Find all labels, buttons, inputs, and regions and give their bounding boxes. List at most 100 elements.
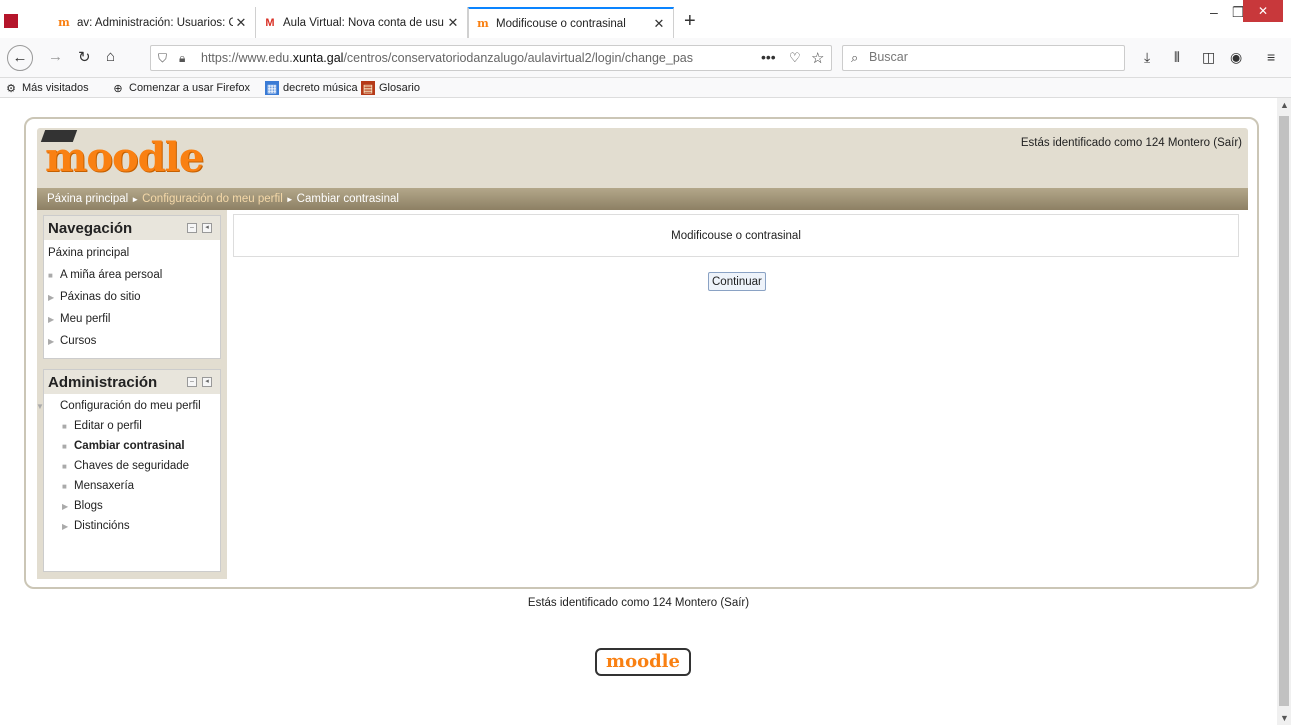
- breadcrumb-current: Cambiar contrasinal: [296, 193, 399, 205]
- url-bar[interactable]: ⛉ 🔒︎ https://www.edu.xunta.gal/centros/c…: [150, 45, 832, 71]
- collapse-arrow-icon: ▼: [36, 402, 44, 411]
- bookmark-label: Más visitados: [22, 82, 89, 94]
- window-close-icon[interactable]: ✕: [1243, 0, 1283, 22]
- bullet-icon: ■: [62, 462, 67, 471]
- bookmark-most-visited[interactable]: ⚙ Más visitados: [4, 81, 89, 95]
- bullet-icon: ■: [62, 482, 67, 491]
- expand-arrow-icon: ▶: [62, 502, 69, 511]
- sidebar-icon[interactable]: ◫: [1202, 49, 1215, 66]
- home-icon[interactable]: ⌂: [106, 48, 115, 65]
- bookmark-glosario[interactable]: ▤ Glosario: [361, 81, 420, 95]
- nav-label: Páxinas do sitio: [60, 291, 141, 303]
- window-menu-icon[interactable]: [4, 14, 18, 28]
- account-icon[interactable]: ◉: [1230, 49, 1242, 66]
- expand-arrow-icon: ▶: [48, 293, 55, 302]
- close-icon[interactable]: ✕: [233, 15, 249, 31]
- page-frame: moodle Estás identificado como 124 Monte…: [24, 117, 1259, 589]
- nav-item-my-area[interactable]: ■ A miña área persoal: [48, 264, 216, 286]
- new-tab-icon[interactable]: +: [684, 10, 696, 33]
- nav-item-site-pages[interactable]: ▶ Páxinas do sitio: [48, 286, 216, 308]
- admin-item-security-keys[interactable]: ■ Chaves de seguridade: [48, 456, 216, 476]
- breadcrumb-profile-settings[interactable]: Configuración do meu perfil: [142, 193, 283, 205]
- password-changed-notice: Modificouse o contrasinal: [233, 214, 1239, 257]
- tab-admin-users[interactable]: m av: Administración: Usuarios: C ✕: [50, 7, 256, 38]
- admin-item-change-password: ■ Cambiar contrasinal: [48, 436, 216, 456]
- page-actions-icon[interactable]: •••: [761, 49, 776, 65]
- close-icon[interactable]: ✕: [651, 16, 667, 32]
- bullet-icon: ■: [62, 422, 67, 431]
- admin-item-messaging[interactable]: ■ Mensaxería: [48, 476, 216, 496]
- left-column: Navegación – ◂ Páxina principal ■ A miña …: [36, 210, 227, 579]
- lock-icon[interactable]: 🔒︎: [179, 51, 185, 66]
- downloads-icon[interactable]: ⤓: [1144, 49, 1150, 66]
- admin-item-edit-profile[interactable]: ■ Editar o perfil: [48, 416, 216, 436]
- forward-icon[interactable]: →: [48, 48, 63, 65]
- block-body: Páxina principal ■ A miña área persoal ▶ P…: [44, 240, 220, 356]
- dock-icon[interactable]: ◂: [202, 377, 212, 387]
- navigation-block: Navegación – ◂ Páxina principal ■ A miña …: [43, 215, 221, 359]
- collapse-icon[interactable]: –: [187, 223, 197, 233]
- nav-label: Editar o perfil: [74, 420, 142, 432]
- breadcrumb-home[interactable]: Páxina principal: [47, 193, 128, 205]
- menu-icon[interactable]: ≡: [1267, 49, 1275, 65]
- expand-arrow-icon: ▶: [48, 315, 55, 324]
- search-bar[interactable]: ⌕: [842, 45, 1125, 71]
- vertical-scrollbar[interactable]: ▲ ▼: [1277, 98, 1291, 725]
- continue-button[interactable]: Continuar: [708, 272, 766, 291]
- block-title: Administración: [48, 374, 158, 391]
- nav-label: Blogs: [74, 500, 103, 512]
- nav-label: A miña área persoal: [60, 269, 163, 281]
- footer-moodle-logo[interactable]: moodle: [595, 648, 691, 676]
- bookmarks-toolbar: ⚙ Más visitados ⊕ Comenzar a usar Firefo…: [0, 78, 1291, 98]
- administration-block: Administración – ◂ ▼ Configuración do meu…: [36, 369, 221, 572]
- url-text[interactable]: https://www.edu.xunta.gal/centros/conser…: [201, 51, 761, 65]
- scroll-down-icon[interactable]: ▼: [1280, 713, 1289, 723]
- tab-title: Modificouse o contrasinal: [496, 17, 626, 30]
- globe-icon: ⊕: [113, 82, 123, 95]
- bookmark-label: Glosario: [379, 82, 420, 94]
- block-body: ▼ Configuración do meu perfil ■ Editar o p…: [36, 394, 220, 540]
- nav-item-courses[interactable]: ▶ Cursos: [48, 330, 216, 352]
- nav-label: Distincións: [74, 520, 130, 532]
- admin-item-badges[interactable]: ▶ Distincións: [48, 516, 216, 536]
- close-icon[interactable]: ✕: [445, 15, 461, 31]
- moodle-icon: m: [477, 17, 489, 30]
- moodle-logo[interactable]: moodle: [45, 134, 204, 181]
- bullet-icon: ■: [62, 442, 67, 451]
- scroll-up-icon[interactable]: ▲: [1280, 100, 1289, 110]
- nav-label: Configuración do meu perfil: [60, 400, 201, 412]
- tab-gmail[interactable]: M Aula Virtual: Nova conta de usu ✕: [256, 7, 468, 38]
- page-viewport: moodle Estás identificado como 124 Monte…: [0, 98, 1277, 725]
- admin-item-profile-settings[interactable]: ▼ Configuración do meu perfil: [36, 396, 216, 416]
- collapse-icon[interactable]: –: [187, 377, 197, 387]
- expand-arrow-icon: ▶: [62, 522, 69, 531]
- footer-login-info[interactable]: Estás identificado como 124 Montero (Saí…: [0, 597, 1277, 609]
- search-input[interactable]: [869, 50, 1109, 64]
- breadcrumb: Páxina principal ► Configuración do meu pe…: [37, 188, 1248, 210]
- block-title: Navegación: [48, 220, 133, 237]
- nav-label: Páxina principal: [48, 247, 130, 259]
- bookmark-decreto[interactable]: ▦ decreto música: [265, 81, 358, 95]
- scroll-thumb[interactable]: [1279, 116, 1289, 706]
- breadcrumb-separator-icon: ►: [285, 195, 294, 204]
- reload-icon[interactable]: ↻: [78, 48, 91, 66]
- nav-item-my-profile[interactable]: ▶ Meu perfil: [48, 308, 216, 330]
- nav-item-home[interactable]: Páxina principal: [48, 242, 216, 264]
- library-icon[interactable]: ⫴: [1174, 49, 1180, 66]
- bookmark-star-icon[interactable]: ☆: [811, 49, 824, 67]
- shield-icon[interactable]: ⛉: [158, 51, 167, 66]
- bookmark-label: decreto música: [283, 82, 358, 94]
- block-header: Navegación – ◂: [44, 216, 220, 240]
- bookmark-firefox[interactable]: ⊕ Comenzar a usar Firefox: [111, 81, 250, 95]
- admin-item-blogs[interactable]: ▶ Blogs: [48, 496, 216, 516]
- minimize-icon[interactable]: –: [1210, 4, 1218, 20]
- tab-active[interactable]: m Modificouse o contrasinal ✕: [468, 7, 674, 38]
- nav-toolbar: ← → ↻ ⌂ ⛉ 🔒︎ https://www.edu.xunta.gal/c…: [0, 38, 1291, 78]
- dock-icon[interactable]: ◂: [202, 223, 212, 233]
- expand-arrow-icon: ▶: [48, 337, 55, 346]
- login-info[interactable]: Estás identificado como 124 Montero (Saí…: [1021, 137, 1242, 149]
- back-icon[interactable]: ←: [7, 45, 33, 71]
- moodle-icon: m: [58, 16, 70, 29]
- pocket-icon[interactable]: ♡: [789, 50, 801, 66]
- tab-bar: m av: Administración: Usuarios: C ✕ M Au…: [0, 0, 1291, 38]
